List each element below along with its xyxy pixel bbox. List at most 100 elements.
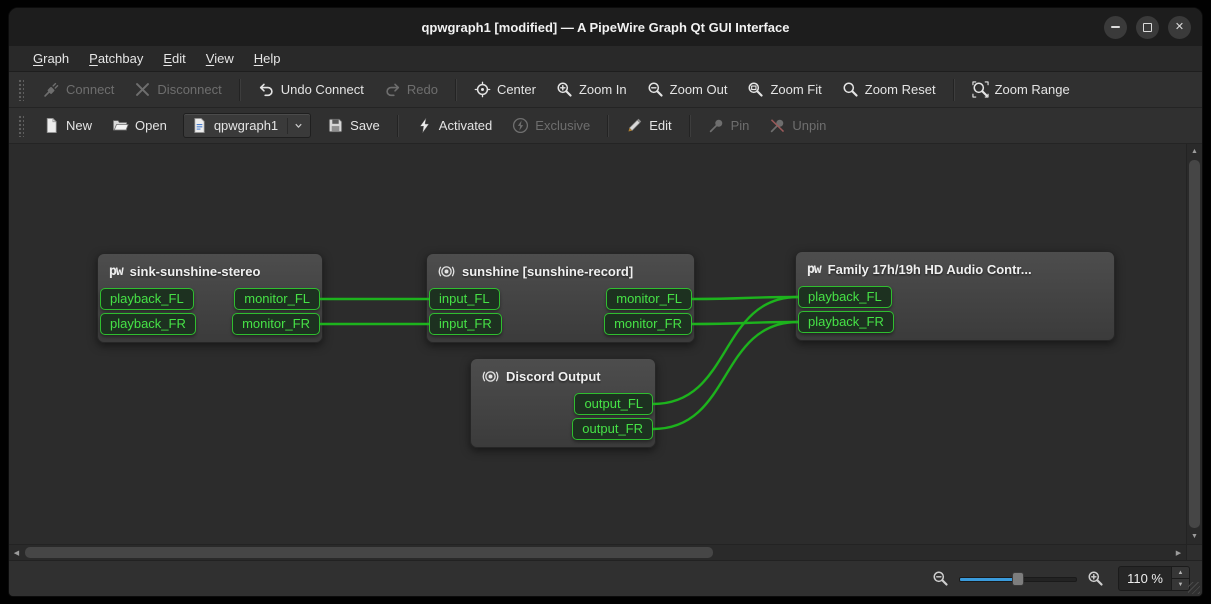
- vertical-scroll-thumb[interactable]: [1189, 160, 1200, 528]
- menu-help[interactable]: Help: [244, 46, 291, 71]
- port-monitor_FL[interactable]: monitor_FL: [234, 288, 320, 310]
- node-title-bar[interactable]: pwsink-sunshine-stereo: [98, 254, 322, 288]
- close-icon: ✕: [1175, 22, 1184, 33]
- activated-button[interactable]: Activated: [407, 112, 501, 139]
- center-button[interactable]: Center: [465, 76, 545, 103]
- pencil-icon: [626, 117, 643, 134]
- zoom-out-icon[interactable]: [932, 570, 949, 587]
- node-title-bar[interactable]: pwFamily 17h/19h HD Audio Contr...: [796, 252, 1114, 286]
- toolbar-main: ConnectDisconnectUndo ConnectRedoCenterZ…: [9, 72, 1202, 108]
- graph-canvas[interactable]: pwsink-sunshine-stereoplayback_FLmonitor…: [9, 144, 1186, 544]
- redo-button[interactable]: Redo: [375, 76, 447, 103]
- menu-patchbay[interactable]: Patchbay: [79, 46, 153, 71]
- horizontal-scroll-thumb[interactable]: [25, 547, 713, 558]
- scroll-left-icon[interactable]: ◀: [9, 545, 24, 560]
- connect-button[interactable]: Connect: [34, 76, 123, 103]
- zoom-in-icon[interactable]: [1087, 570, 1104, 587]
- toolbar-button-label: Open: [135, 118, 167, 133]
- menu-view[interactable]: View: [196, 46, 244, 71]
- port-playback_FL[interactable]: playback_FL: [100, 288, 194, 310]
- application-icon: [438, 263, 455, 280]
- port-playback_FL[interactable]: playback_FL: [798, 286, 892, 308]
- graph-node-family[interactable]: pwFamily 17h/19h HD Audio Contr...playba…: [795, 251, 1115, 341]
- app-window: qpwgraph1 [modified] — A PipeWire Graph …: [8, 7, 1203, 597]
- toolbar-button-label: Zoom Out: [670, 82, 728, 97]
- menu-graph[interactable]: Graph: [23, 46, 79, 71]
- zoom-reset-button[interactable]: Zoom Reset: [833, 76, 945, 103]
- lightning-icon: [416, 117, 433, 134]
- zoom-slider-handle[interactable]: [1012, 572, 1024, 586]
- zoom-range-button[interactable]: Zoom Range: [963, 76, 1079, 103]
- window-title: qpwgraph1 [modified] — A PipeWire Graph …: [421, 20, 789, 35]
- toolbar-drag-handle[interactable]: [18, 79, 24, 101]
- node-title-bar[interactable]: sunshine [sunshine-record]: [427, 254, 694, 288]
- vertical-scrollbar[interactable]: ▲ ▼: [1186, 144, 1202, 544]
- toolbar-separator: [397, 115, 399, 137]
- port-monitor_FL[interactable]: monitor_FL: [606, 288, 692, 310]
- scroll-down-icon[interactable]: ▼: [1187, 529, 1202, 544]
- patchbay-file-icon: [191, 117, 208, 134]
- zoom-fit-button[interactable]: Zoom Fit: [738, 76, 830, 103]
- window-controls: ✕: [1104, 8, 1191, 46]
- zoom-in-button[interactable]: Zoom In: [547, 76, 636, 103]
- zoom-reset-icon: [842, 81, 859, 98]
- undo-connect-button[interactable]: Undo Connect: [249, 76, 373, 103]
- minimize-button[interactable]: [1104, 16, 1127, 39]
- spin-up-icon[interactable]: ▲: [1172, 567, 1189, 579]
- toolbar-drag-handle[interactable]: [18, 115, 24, 137]
- save-icon: [327, 117, 344, 134]
- port-playback_FR[interactable]: playback_FR: [100, 313, 196, 335]
- spin-buttons: ▲ ▼: [1171, 567, 1189, 590]
- port-monitor_FR[interactable]: monitor_FR: [232, 313, 320, 335]
- graph-node-sunshine[interactable]: sunshine [sunshine-record]input_FLmonito…: [426, 253, 695, 343]
- toolbar-button-label: New: [66, 118, 92, 133]
- node-title-bar[interactable]: Discord Output: [471, 359, 655, 393]
- horizontal-scroll-track[interactable]: [24, 545, 1171, 560]
- unpin-button[interactable]: Unpin: [760, 112, 835, 139]
- scroll-right-icon[interactable]: ▶: [1171, 545, 1186, 560]
- resize-grip[interactable]: [1188, 582, 1200, 594]
- graph-node-discord[interactable]: Discord Outputoutput_FL output_FR: [470, 358, 656, 448]
- exclusive-icon: [512, 117, 529, 134]
- exclusive-button[interactable]: Exclusive: [503, 112, 599, 139]
- unpin-icon: [769, 117, 786, 134]
- zoom-out-button[interactable]: Zoom Out: [638, 76, 737, 103]
- node-title: sink-sunshine-stereo: [130, 264, 261, 279]
- open-button[interactable]: Open: [103, 112, 176, 139]
- application-icon: [482, 368, 499, 385]
- vertical-scroll-track[interactable]: [1187, 159, 1202, 529]
- toolbar-button-label: Save: [350, 118, 380, 133]
- center-icon: [474, 81, 491, 98]
- open-folder-icon: [112, 117, 129, 134]
- zoom-spinbox[interactable]: 110 % ▲ ▼: [1118, 566, 1190, 591]
- spin-down-icon[interactable]: ▼: [1172, 579, 1189, 590]
- pin-button[interactable]: Pin: [699, 112, 759, 139]
- maximize-icon: [1143, 23, 1152, 32]
- port-input_FL[interactable]: input_FL: [429, 288, 500, 310]
- toolbar-button-label: Zoom Fit: [770, 82, 821, 97]
- port-input_FR[interactable]: input_FR: [429, 313, 502, 335]
- toolbar-separator: [607, 115, 609, 137]
- port-output_FR[interactable]: output_FR: [572, 418, 653, 440]
- pin-icon: [708, 117, 725, 134]
- new-button[interactable]: New: [34, 112, 101, 139]
- zoom-slider[interactable]: [959, 570, 1077, 588]
- port-output_FL[interactable]: output_FL: [574, 393, 653, 415]
- graph-node-sink[interactable]: pwsink-sunshine-stereoplayback_FLmonitor…: [97, 253, 323, 343]
- port-monitor_FR[interactable]: monitor_FR: [604, 313, 692, 335]
- patchbay-select-combo[interactable]: qpwgraph1: [183, 113, 311, 138]
- graph-canvas-area: pwsink-sunshine-stereoplayback_FLmonitor…: [9, 144, 1202, 560]
- horizontal-scrollbar[interactable]: ◀ ▶: [9, 544, 1186, 560]
- close-button[interactable]: ✕: [1168, 16, 1191, 39]
- scroll-up-icon[interactable]: ▲: [1187, 144, 1202, 159]
- port-playback_FR[interactable]: playback_FR: [798, 311, 894, 333]
- zoom-slider-fill: [960, 578, 1018, 581]
- zoom-range-icon: [972, 81, 989, 98]
- titlebar[interactable]: qpwgraph1 [modified] — A PipeWire Graph …: [9, 8, 1202, 46]
- save-button[interactable]: Save: [318, 112, 389, 139]
- maximize-button[interactable]: [1136, 16, 1159, 39]
- disconnect-button[interactable]: Disconnect: [125, 76, 230, 103]
- menu-edit[interactable]: Edit: [153, 46, 195, 71]
- node-title: Family 17h/19h HD Audio Contr...: [828, 262, 1032, 277]
- edit-button[interactable]: Edit: [617, 112, 680, 139]
